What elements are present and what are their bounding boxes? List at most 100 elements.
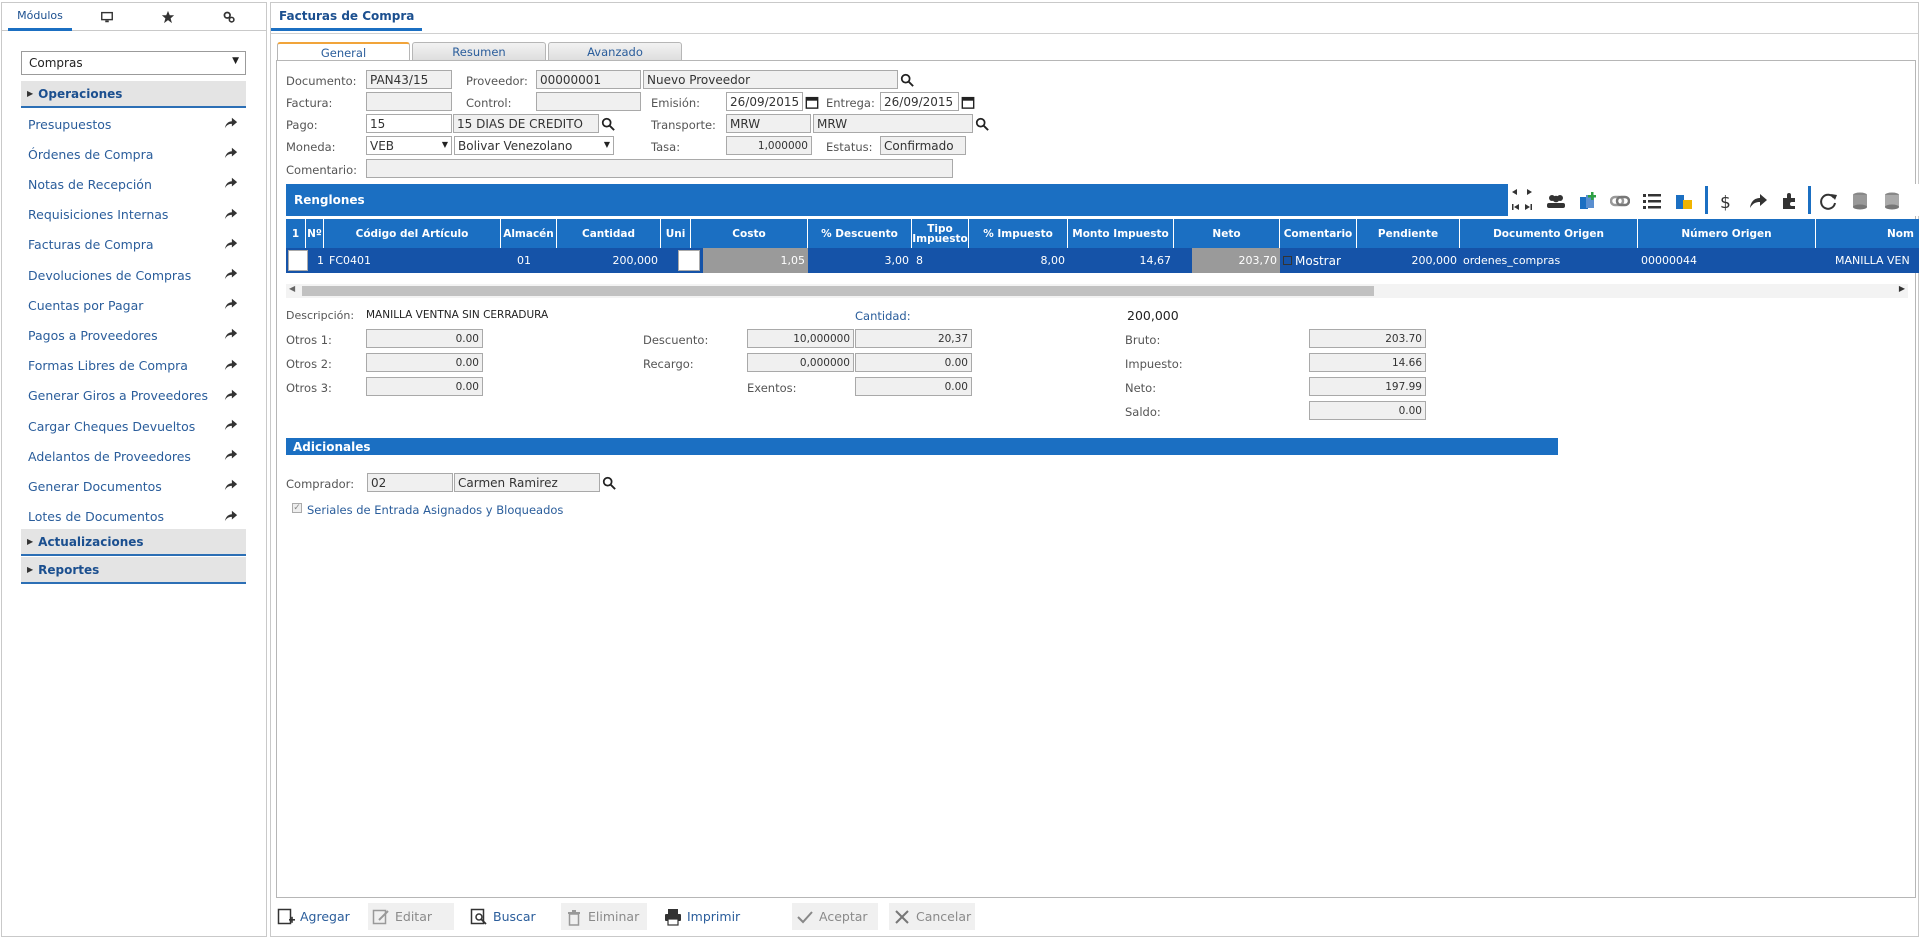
checkbox-icon[interactable] [1283,256,1292,265]
share-icon[interactable] [224,176,238,190]
puzzle-icon[interactable] [1780,191,1800,211]
col-header[interactable]: % Descuento [808,219,912,248]
cell-tipo-impuesto[interactable]: 8 [913,248,926,273]
cell-descuento[interactable]: 3,00 [808,248,912,273]
row-select-cell[interactable] [288,250,308,271]
col-header[interactable]: Cantidad [557,219,661,248]
window-title-tab[interactable]: Facturas de Compra [271,3,423,31]
pago-code-field[interactable]: 15 [366,114,452,133]
sidebar-item[interactable]: Formas Libres de Compra [28,355,246,377]
emision-field[interactable]: 26/09/2015 [726,92,803,111]
col-header[interactable]: Tipo Impuesto [912,219,969,248]
dollar-icon[interactable]: $ [1716,191,1736,211]
col-header[interactable]: Código del Artículo [324,219,501,248]
moneda-code-select[interactable]: VEB ▼ [366,136,452,155]
col-header[interactable]: Pendiente [1357,219,1460,248]
col-header[interactable]: Número Origen [1638,219,1816,248]
factura-field[interactable] [366,92,452,111]
sidebar-item[interactable]: Cargar Cheques Devueltos [28,415,246,437]
col-header[interactable]: Uni [661,219,691,248]
share-icon[interactable] [224,327,238,341]
col-header[interactable]: Nº [306,219,324,248]
add-item-icon[interactable] [1578,191,1598,211]
cell-uni[interactable] [678,250,700,271]
aceptar-button[interactable]: Aceptar [792,903,878,930]
col-header[interactable]: % Impuesto [969,219,1068,248]
sidebar-item[interactable]: Pagos a Proveedores [28,324,246,346]
group-reportes[interactable]: ▶ Reportes [21,557,246,584]
module-select[interactable]: Compras ▼ [21,51,246,75]
otros1-field[interactable]: 0.00 [366,329,483,348]
recargo-monto-field[interactable]: 0.00 [855,353,972,372]
cancelar-button[interactable]: Cancelar [889,903,975,930]
control-field[interactable] [536,92,641,111]
refresh-icon[interactable] [1818,191,1838,211]
descuento-monto-field[interactable]: 20,37 [855,329,972,348]
sidebar-item[interactable]: Presupuestos [28,113,246,135]
search-icon[interactable] [601,117,615,131]
proveedor-code-field[interactable]: 00000001 [536,70,641,89]
sidebar-item[interactable]: Cuentas por Pagar [28,294,246,316]
share-icon[interactable] [1748,191,1768,211]
tab-modules[interactable]: Módulos [8,3,72,31]
calendar-icon[interactable] [805,95,819,109]
col-header[interactable]: Monto Impuesto [1068,219,1174,248]
transporte-code-field[interactable]: MRW [726,114,811,133]
share-icon[interactable] [224,418,238,432]
sidebar-item[interactable]: Generar Giros a Proveedores [28,385,246,407]
share-icon[interactable] [224,297,238,311]
share-icon[interactable] [224,146,238,160]
scrollbar-thumb[interactable] [302,286,1374,296]
tab-general[interactable]: General [277,42,410,61]
col-header[interactable]: Documento Origen [1460,219,1638,248]
col-header[interactable]: Comentario [1280,219,1357,248]
search-icon[interactable] [602,476,616,490]
agregar-button[interactable]: Agregar [273,903,353,930]
sidebar-item[interactable]: Requisiciones Internas [28,204,246,226]
database-export-icon[interactable] [1882,191,1902,211]
comprador-name-field[interactable]: Carmen Ramirez [454,473,600,492]
calendar-icon[interactable] [961,95,975,109]
list-icon[interactable] [1642,191,1662,211]
moneda-name-select[interactable]: Bolivar Venezolano ▼ [454,136,614,155]
tab-avanzado[interactable]: Avanzado [548,42,682,61]
share-icon[interactable] [224,388,238,402]
sidebar-item[interactable]: Órdenes de Compra [28,143,246,165]
seriales-checkbox[interactable]: ✓ [292,503,302,513]
share-icon[interactable] [224,207,238,221]
pager-arrows-icon[interactable] [1510,187,1534,213]
col-header[interactable]: 1 [286,219,306,248]
group-actualizaciones[interactable]: ▶ Actualizaciones [21,529,246,556]
recargo-pct-field[interactable]: 0,000000 [747,353,854,372]
eliminar-button[interactable]: Eliminar [561,903,647,930]
transporte-name-field[interactable]: MRW [813,114,973,133]
cell-almacen[interactable]: 01 [514,248,534,273]
col-header[interactable]: Costo [691,219,808,248]
imprimir-button[interactable]: Imprimir [660,903,752,930]
group-operaciones[interactable]: ▶ Operaciones [21,81,246,108]
cell-codigo[interactable]: FC0401 [326,248,374,273]
sidebar-item[interactable]: Lotes de Documentos [28,506,246,528]
proveedor-name-field[interactable]: Nuevo Proveedor [643,70,898,89]
share-icon[interactable] [224,267,238,281]
tab-resumen[interactable]: Resumen [412,42,546,61]
search-icon[interactable] [975,117,989,131]
gears-icon[interactable] [216,3,242,31]
link-icon[interactable] [1610,191,1630,211]
entrega-field[interactable]: 26/09/2015 [880,92,959,111]
share-icon[interactable] [224,358,238,372]
descuento-pct-field[interactable]: 10,000000 [747,329,854,348]
share-icon[interactable] [224,478,238,492]
share-icon[interactable] [224,509,238,523]
sidebar-item[interactable]: Facturas de Compra [28,234,246,256]
sidebar-item[interactable]: Notas de Recepción [28,173,246,195]
scroll-left-icon[interactable]: ◀ [289,284,295,293]
database-icon[interactable] [1850,191,1870,211]
documento-field[interactable]: PAN43/15 [366,70,452,89]
table-row[interactable]: 1 FC0401 01 200,000 1,05 3,00 8 8,00 14,… [286,248,1919,273]
col-header[interactable]: Almacén [501,219,557,248]
users-icon[interactable] [1546,191,1566,211]
monitor-icon[interactable] [94,3,120,31]
batch-icon[interactable] [1674,191,1694,211]
otros3-field[interactable]: 0.00 [366,377,483,396]
